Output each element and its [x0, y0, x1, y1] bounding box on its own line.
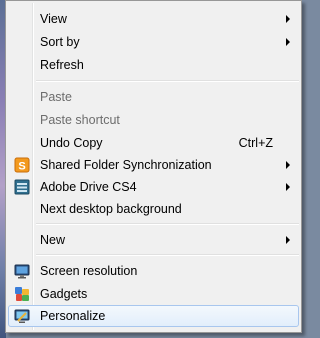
menu-item-view[interactable]: View — [8, 8, 299, 30]
submenu-arrow-icon — [286, 15, 290, 23]
screen-resolution-icon — [14, 263, 30, 279]
menu-separator — [36, 223, 299, 225]
submenu-arrow-icon — [286, 183, 290, 191]
shared-folder-sync-icon: S — [14, 157, 30, 173]
menu-item-label: New — [40, 233, 66, 247]
menu-item-label: Undo Copy — [40, 136, 103, 150]
svg-text:S: S — [18, 161, 25, 173]
menu-separator — [36, 254, 299, 256]
menu-item-label: Gadgets — [40, 287, 88, 301]
desktop-context-menu: View Sort by Refresh Paste Paste shortcu… — [5, 0, 302, 333]
menu-item-shared-folder-sync[interactable]: S Shared Folder Synchronization — [8, 154, 299, 176]
menu-separator — [36, 80, 299, 82]
menu-item-paste[interactable]: Paste — [8, 86, 299, 108]
adobe-drive-icon — [14, 179, 30, 195]
menu-item-sort-by[interactable]: Sort by — [8, 31, 299, 53]
submenu-arrow-icon — [286, 161, 290, 169]
submenu-arrow-icon — [286, 38, 290, 46]
menu-item-label: Next desktop background — [40, 202, 182, 216]
menu-item-label: Paste shortcut — [40, 113, 120, 127]
menu-item-screen-resolution[interactable]: Screen resolution — [8, 260, 299, 282]
menu-item-label: Refresh — [40, 58, 84, 72]
menu-item-refresh[interactable]: Refresh — [8, 54, 299, 76]
menu-item-label: View — [40, 12, 67, 26]
menu-item-label: Paste — [40, 90, 72, 104]
menu-item-label: Screen resolution — [40, 264, 138, 278]
menu-item-shortcut: Ctrl+Z — [238, 136, 273, 150]
submenu-arrow-icon — [286, 236, 290, 244]
menu-item-adobe-drive[interactable]: Adobe Drive CS4 — [8, 176, 299, 198]
gadgets-icon — [14, 286, 30, 302]
menu-item-label: Personalize — [40, 309, 106, 323]
menu-item-new[interactable]: New — [8, 229, 299, 251]
menu-item-label: Shared Folder Synchronization — [40, 158, 212, 172]
menu-item-paste-shortcut[interactable]: Paste shortcut — [8, 109, 299, 131]
menu-item-label: Sort by — [40, 35, 80, 49]
menu-item-undo-copy[interactable]: Undo Copy Ctrl+Z — [8, 132, 299, 154]
menu-item-next-desktop-background[interactable]: Next desktop background — [8, 198, 299, 220]
menu-item-gadgets[interactable]: Gadgets — [8, 283, 299, 305]
menu-item-label: Adobe Drive CS4 — [40, 180, 137, 194]
personalize-icon — [14, 308, 30, 324]
menu-item-personalize[interactable]: Personalize — [8, 305, 299, 327]
